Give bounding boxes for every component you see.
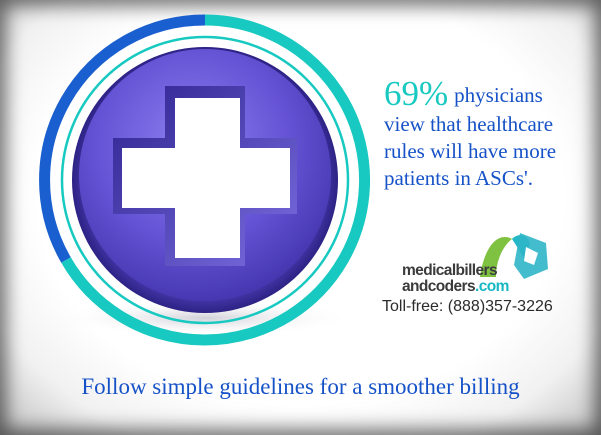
logo-text-line-2: andcoders.com xyxy=(402,278,509,296)
company-logo: medicalbillers andcoders.com xyxy=(402,225,552,295)
statistic-line-3: rules will have more xyxy=(384,139,557,163)
statistic-line-4: patients in ASCs'. xyxy=(384,166,534,190)
statistic-block: 69% physicians view that healthcare rules… xyxy=(384,76,596,192)
tagline: Follow simple guidelines for a smoother … xyxy=(81,374,520,399)
statistic-line-1: physicians xyxy=(454,83,543,107)
statistic-first-line: 69% physicians xyxy=(384,76,596,111)
toll-free-phone: Toll-free: (888)357-3226 xyxy=(382,298,553,315)
logo-text-suffix: .com xyxy=(475,278,509,295)
statistic-percent: 69% xyxy=(384,74,449,113)
statistic-line-2: view that healthcare xyxy=(384,112,554,136)
logo-text-main: andcoders xyxy=(402,278,476,295)
medical-cross-icon xyxy=(39,14,371,346)
poster-frame: 69% physicians view that healthcare rules… xyxy=(0,0,601,435)
